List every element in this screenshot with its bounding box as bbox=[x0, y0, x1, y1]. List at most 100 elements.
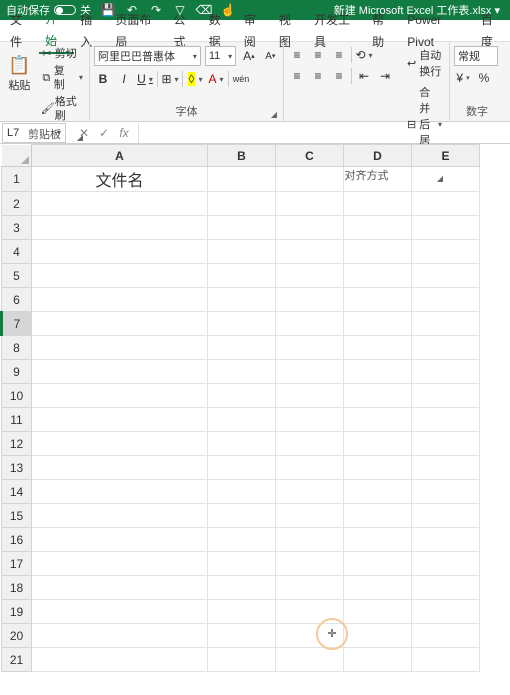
currency-button[interactable]: ¥▾ bbox=[454, 69, 472, 87]
cell-A7[interactable] bbox=[32, 312, 208, 336]
column-header-B[interactable]: B bbox=[208, 145, 276, 167]
cell-C8[interactable] bbox=[276, 336, 344, 360]
cell-C13[interactable] bbox=[276, 456, 344, 480]
column-header-E[interactable]: E bbox=[412, 145, 480, 167]
spreadsheet-grid[interactable]: ABCDE 1文件名234567891011121314151617181920… bbox=[0, 144, 510, 672]
cell-E16[interactable] bbox=[412, 528, 480, 552]
cell-B16[interactable] bbox=[208, 528, 276, 552]
cell-A20[interactable] bbox=[32, 624, 208, 648]
cell-B6[interactable] bbox=[208, 288, 276, 312]
cell-B17[interactable] bbox=[208, 552, 276, 576]
row-header-18[interactable]: 18 bbox=[2, 576, 32, 600]
cell-A15[interactable] bbox=[32, 504, 208, 528]
cell-D6[interactable] bbox=[344, 288, 412, 312]
cell-E19[interactable] bbox=[412, 600, 480, 624]
row-header-19[interactable]: 19 bbox=[2, 600, 32, 624]
cell-E1[interactable] bbox=[412, 167, 480, 192]
cell-C21[interactable] bbox=[276, 648, 344, 672]
cell-E12[interactable] bbox=[412, 432, 480, 456]
cell-E20[interactable] bbox=[412, 624, 480, 648]
cell-D14[interactable] bbox=[344, 480, 412, 504]
cell-C9[interactable] bbox=[276, 360, 344, 384]
dialog-launcher-icon[interactable]: ◢ bbox=[77, 133, 83, 142]
row-header-12[interactable]: 12 bbox=[2, 432, 32, 456]
cell-E18[interactable] bbox=[412, 576, 480, 600]
bold-button[interactable]: B bbox=[94, 70, 112, 88]
cell-A2[interactable] bbox=[32, 192, 208, 216]
cell-E4[interactable] bbox=[412, 240, 480, 264]
cell-C2[interactable] bbox=[276, 192, 344, 216]
wrap-text-button[interactable]: ↩自动换行 bbox=[404, 46, 445, 80]
cell-C7[interactable] bbox=[276, 312, 344, 336]
cell-B15[interactable] bbox=[208, 504, 276, 528]
cell-D8[interactable] bbox=[344, 336, 412, 360]
cell-A9[interactable] bbox=[32, 360, 208, 384]
row-header-11[interactable]: 11 bbox=[2, 408, 32, 432]
decrease-indent-button[interactable]: ⇤ bbox=[355, 67, 373, 85]
cut-button[interactable]: ✂剪切 bbox=[39, 46, 85, 62]
italic-button[interactable]: I bbox=[115, 70, 133, 88]
cell-C10[interactable] bbox=[276, 384, 344, 408]
copy-button[interactable]: ⧉复制▾ bbox=[39, 63, 85, 93]
cell-E14[interactable] bbox=[412, 480, 480, 504]
cell-D3[interactable] bbox=[344, 216, 412, 240]
cell-E17[interactable] bbox=[412, 552, 480, 576]
paste-button[interactable]: 📋 粘贴 bbox=[4, 44, 35, 102]
cell-A16[interactable] bbox=[32, 528, 208, 552]
cell-A10[interactable] bbox=[32, 384, 208, 408]
cell-A8[interactable] bbox=[32, 336, 208, 360]
increase-font-button[interactable]: A▴ bbox=[240, 47, 257, 65]
cell-C18[interactable] bbox=[276, 576, 344, 600]
cell-D1[interactable] bbox=[344, 167, 412, 192]
cell-A13[interactable] bbox=[32, 456, 208, 480]
row-header-16[interactable]: 16 bbox=[2, 528, 32, 552]
cell-D2[interactable] bbox=[344, 192, 412, 216]
cell-A1[interactable]: 文件名 bbox=[32, 167, 208, 192]
cell-B11[interactable] bbox=[208, 408, 276, 432]
cell-A5[interactable] bbox=[32, 264, 208, 288]
fill-color-button[interactable]: ◊▾ bbox=[186, 70, 204, 88]
cell-D12[interactable] bbox=[344, 432, 412, 456]
cell-E15[interactable] bbox=[412, 504, 480, 528]
cell-A3[interactable] bbox=[32, 216, 208, 240]
cell-B2[interactable] bbox=[208, 192, 276, 216]
increase-indent-button[interactable]: ⇥ bbox=[376, 67, 394, 85]
fx-button[interactable]: fx bbox=[114, 123, 134, 143]
align-left-button[interactable]: ≡ bbox=[288, 67, 306, 85]
toggle-switch[interactable] bbox=[54, 5, 76, 15]
cell-D9[interactable] bbox=[344, 360, 412, 384]
cell-D7[interactable] bbox=[344, 312, 412, 336]
cell-B12[interactable] bbox=[208, 432, 276, 456]
dialog-launcher-icon[interactable]: ◢ bbox=[271, 110, 277, 119]
confirm-edit-button[interactable]: ✓ bbox=[94, 123, 114, 143]
align-bottom-button[interactable]: ≡ bbox=[330, 46, 348, 64]
underline-button[interactable]: U▾ bbox=[136, 70, 154, 88]
cell-A19[interactable] bbox=[32, 600, 208, 624]
row-header-1[interactable]: 1 bbox=[2, 167, 32, 192]
align-right-button[interactable]: ≡ bbox=[330, 67, 348, 85]
cell-E3[interactable] bbox=[412, 216, 480, 240]
cell-B4[interactable] bbox=[208, 240, 276, 264]
column-header-A[interactable]: A bbox=[32, 145, 208, 167]
align-top-button[interactable]: ≡ bbox=[288, 46, 306, 64]
cell-B14[interactable] bbox=[208, 480, 276, 504]
select-all-corner[interactable] bbox=[2, 145, 32, 167]
cell-E5[interactable] bbox=[412, 264, 480, 288]
cell-B19[interactable] bbox=[208, 600, 276, 624]
cell-B8[interactable] bbox=[208, 336, 276, 360]
cell-C12[interactable] bbox=[276, 432, 344, 456]
cell-A12[interactable] bbox=[32, 432, 208, 456]
cell-D21[interactable] bbox=[344, 648, 412, 672]
cell-D5[interactable] bbox=[344, 264, 412, 288]
cell-C3[interactable] bbox=[276, 216, 344, 240]
cell-B5[interactable] bbox=[208, 264, 276, 288]
cell-D18[interactable] bbox=[344, 576, 412, 600]
cell-D15[interactable] bbox=[344, 504, 412, 528]
cell-C6[interactable] bbox=[276, 288, 344, 312]
cell-C19[interactable] bbox=[276, 600, 344, 624]
row-header-13[interactable]: 13 bbox=[2, 456, 32, 480]
cell-A17[interactable] bbox=[32, 552, 208, 576]
cell-C5[interactable] bbox=[276, 264, 344, 288]
row-header-20[interactable]: 20 bbox=[2, 624, 32, 648]
cell-D13[interactable] bbox=[344, 456, 412, 480]
